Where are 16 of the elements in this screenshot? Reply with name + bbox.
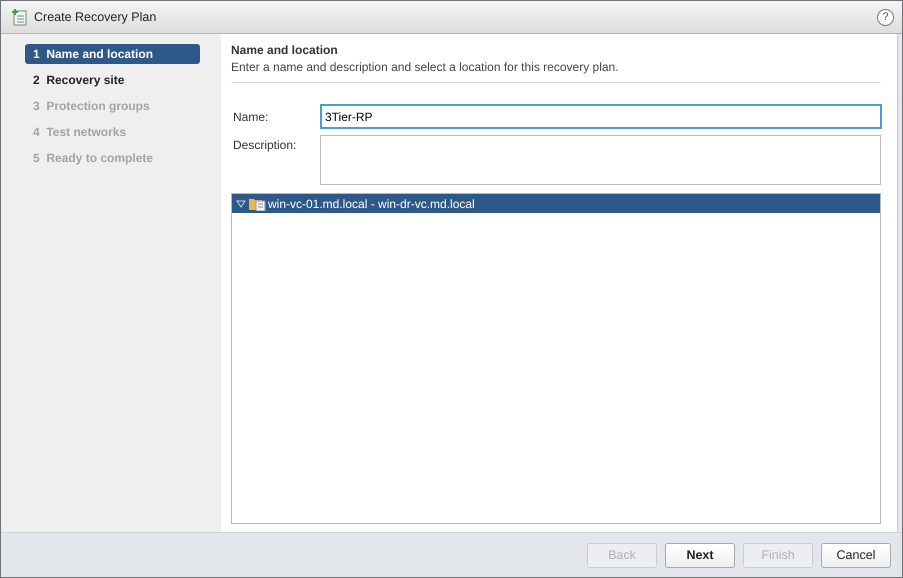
name-label: Name: — [232, 110, 270, 124]
page-description: Enter a name and description and select a location for this recovery plan. — [231, 60, 620, 74]
wizard-step[interactable]: 1 Name and location — [25, 44, 200, 64]
folder-icon — [249, 196, 266, 210]
help-button[interactable]: ? — [877, 8, 894, 26]
window-title: Create Recovery Plan — [34, 10, 158, 24]
wizard-button[interactable]: Cancel — [821, 542, 891, 568]
description-field[interactable] — [320, 135, 881, 185]
plan-add-icon — [11, 8, 27, 26]
wizard-button[interactable]: Next — [665, 542, 735, 568]
name-field[interactable]: 3Tier-RP — [320, 104, 882, 129]
description-label: Description: — [232, 138, 298, 152]
expand-triangle-icon[interactable] — [236, 200, 246, 208]
tree-item[interactable]: win-vc-01.md.local - win-dr-vc.md.local — [232, 194, 880, 213]
page-heading: Name and location — [231, 43, 339, 57]
wizard-step[interactable]: 2 Recovery site — [25, 70, 200, 90]
